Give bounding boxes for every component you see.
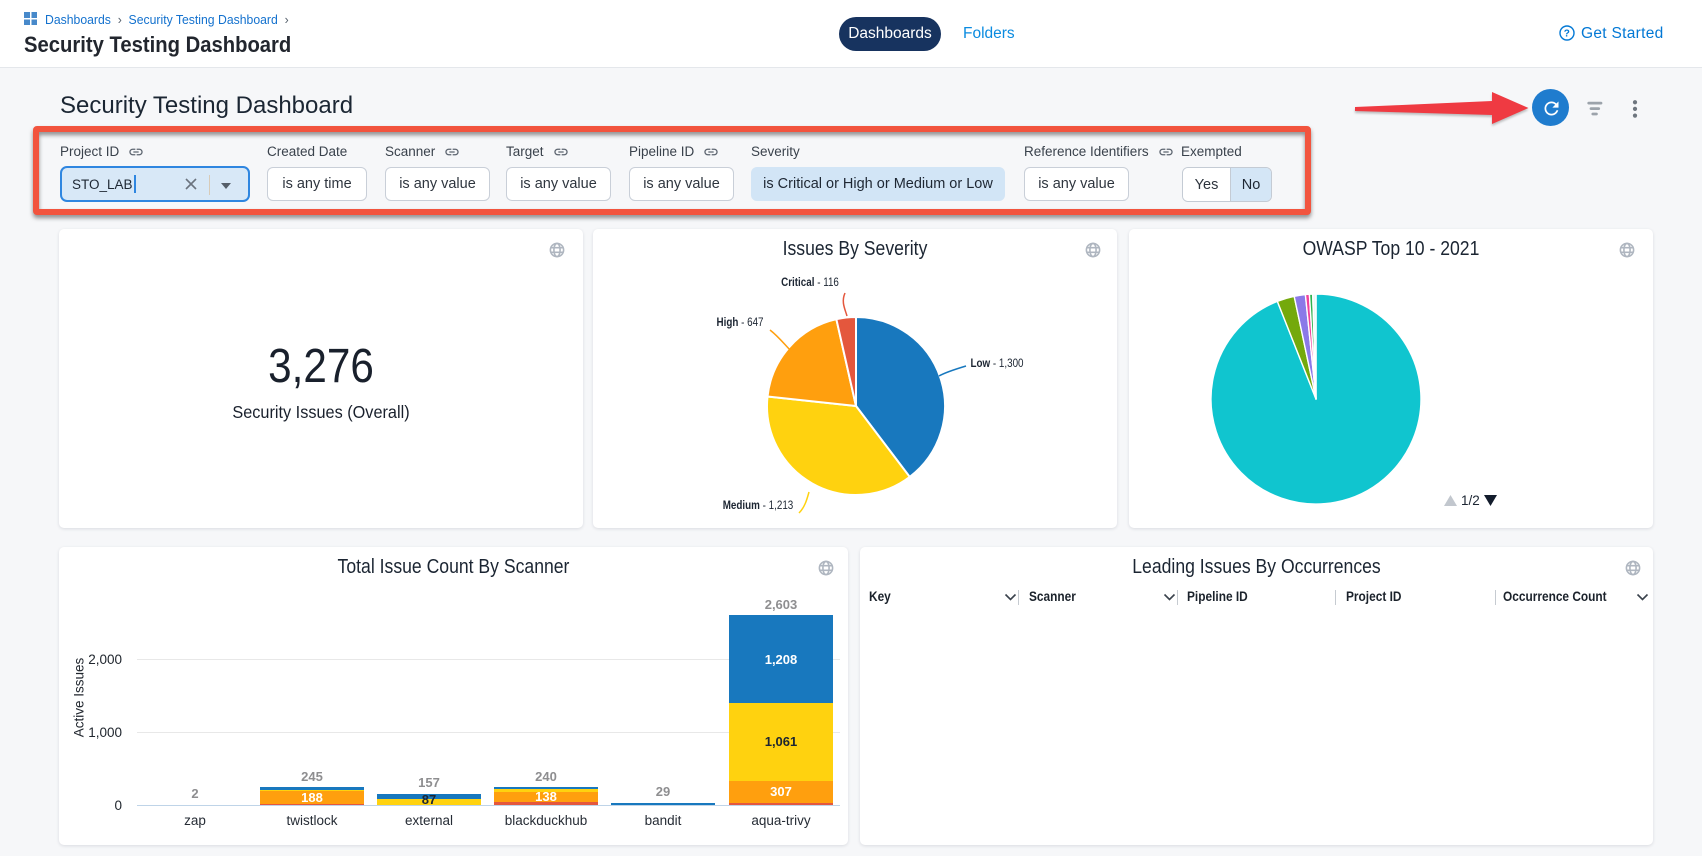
svg-text:?: ? — [1564, 29, 1570, 40]
